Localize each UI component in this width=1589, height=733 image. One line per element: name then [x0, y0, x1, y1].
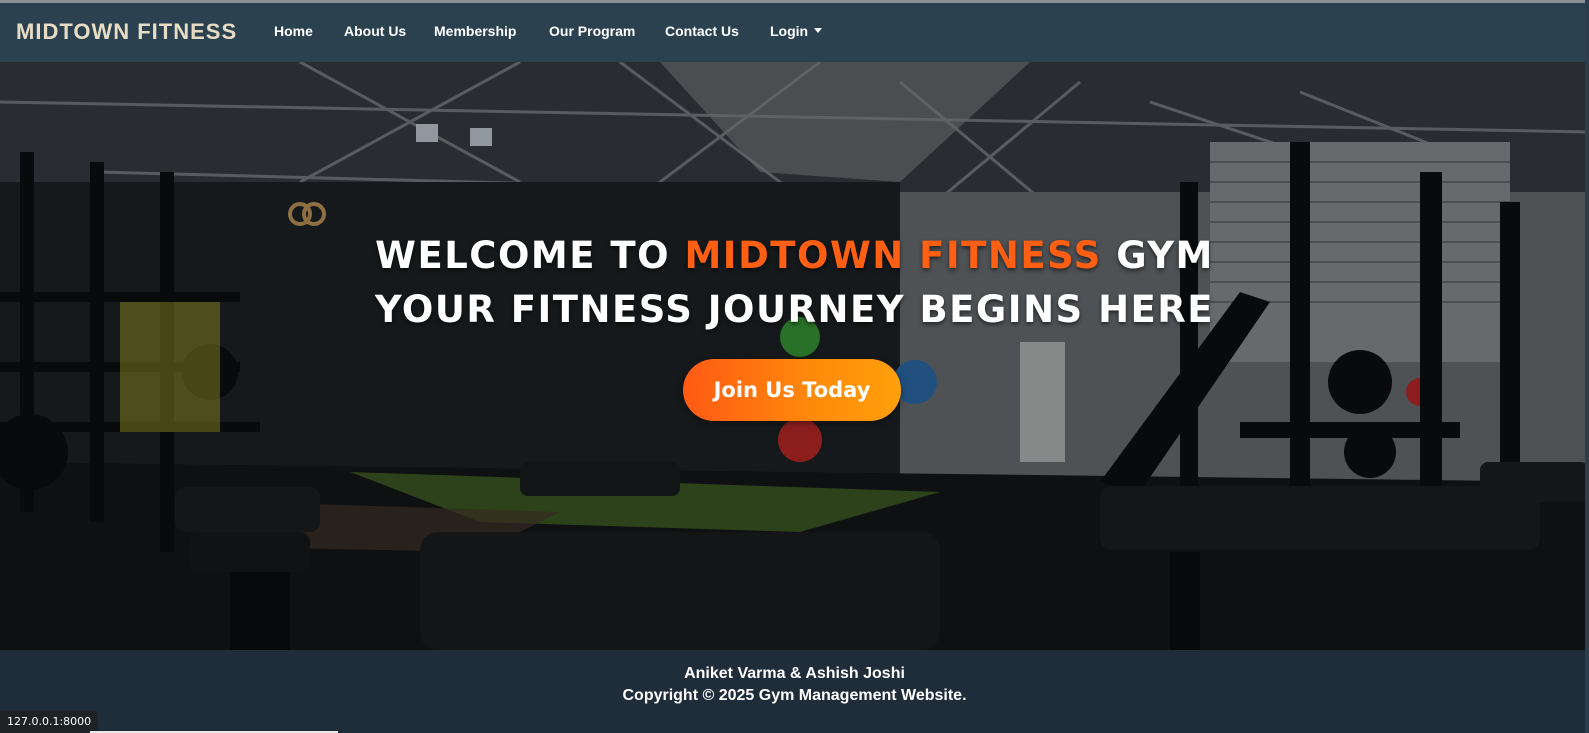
nav-contact-us[interactable]: Contact Us	[665, 23, 739, 39]
hero-section: WELCOME TO MIDTOWN FITNESS GYM YOUR FITN…	[0, 62, 1589, 650]
join-us-button[interactable]: Join Us Today	[683, 359, 901, 421]
hero-dark-overlay	[0, 62, 1589, 650]
chevron-down-icon	[814, 28, 823, 33]
nav-home[interactable]: Home	[274, 23, 313, 39]
hero-headline-prefix: WELCOME TO	[375, 234, 671, 277]
top-navbar: MIDTOWN FITNESS Home About Us Membership…	[0, 3, 1589, 63]
nav-login-label: Login	[770, 23, 809, 39]
footer: Aniket Varma & Ashish Joshi Copyright © …	[0, 650, 1589, 733]
hero-headline-suffix: GYM	[1116, 234, 1214, 277]
browser-status-url: 127.0.0.1:8000	[0, 711, 99, 733]
footer-authors: Aniket Varma & Ashish Joshi	[684, 665, 905, 682]
brand-logo[interactable]: MIDTOWN FITNESS	[16, 19, 237, 45]
hero-subheadline: YOUR FITNESS JOURNEY BEGINS HERE	[374, 288, 1215, 331]
hero-headline: WELCOME TO MIDTOWN FITNESS GYM	[0, 234, 1589, 277]
nav-membership[interactable]: Membership	[434, 23, 516, 39]
nav-our-program[interactable]: Our Program	[549, 23, 635, 39]
nav-login-dropdown[interactable]: Login	[770, 23, 823, 39]
nav-about-us[interactable]: About Us	[344, 23, 406, 39]
hero-headline-brand: MIDTOWN FITNESS	[684, 234, 1102, 277]
page-scrollbar[interactable]	[1585, 0, 1589, 733]
footer-copyright: Copyright © 2025 Gym Management Website.	[622, 687, 967, 704]
